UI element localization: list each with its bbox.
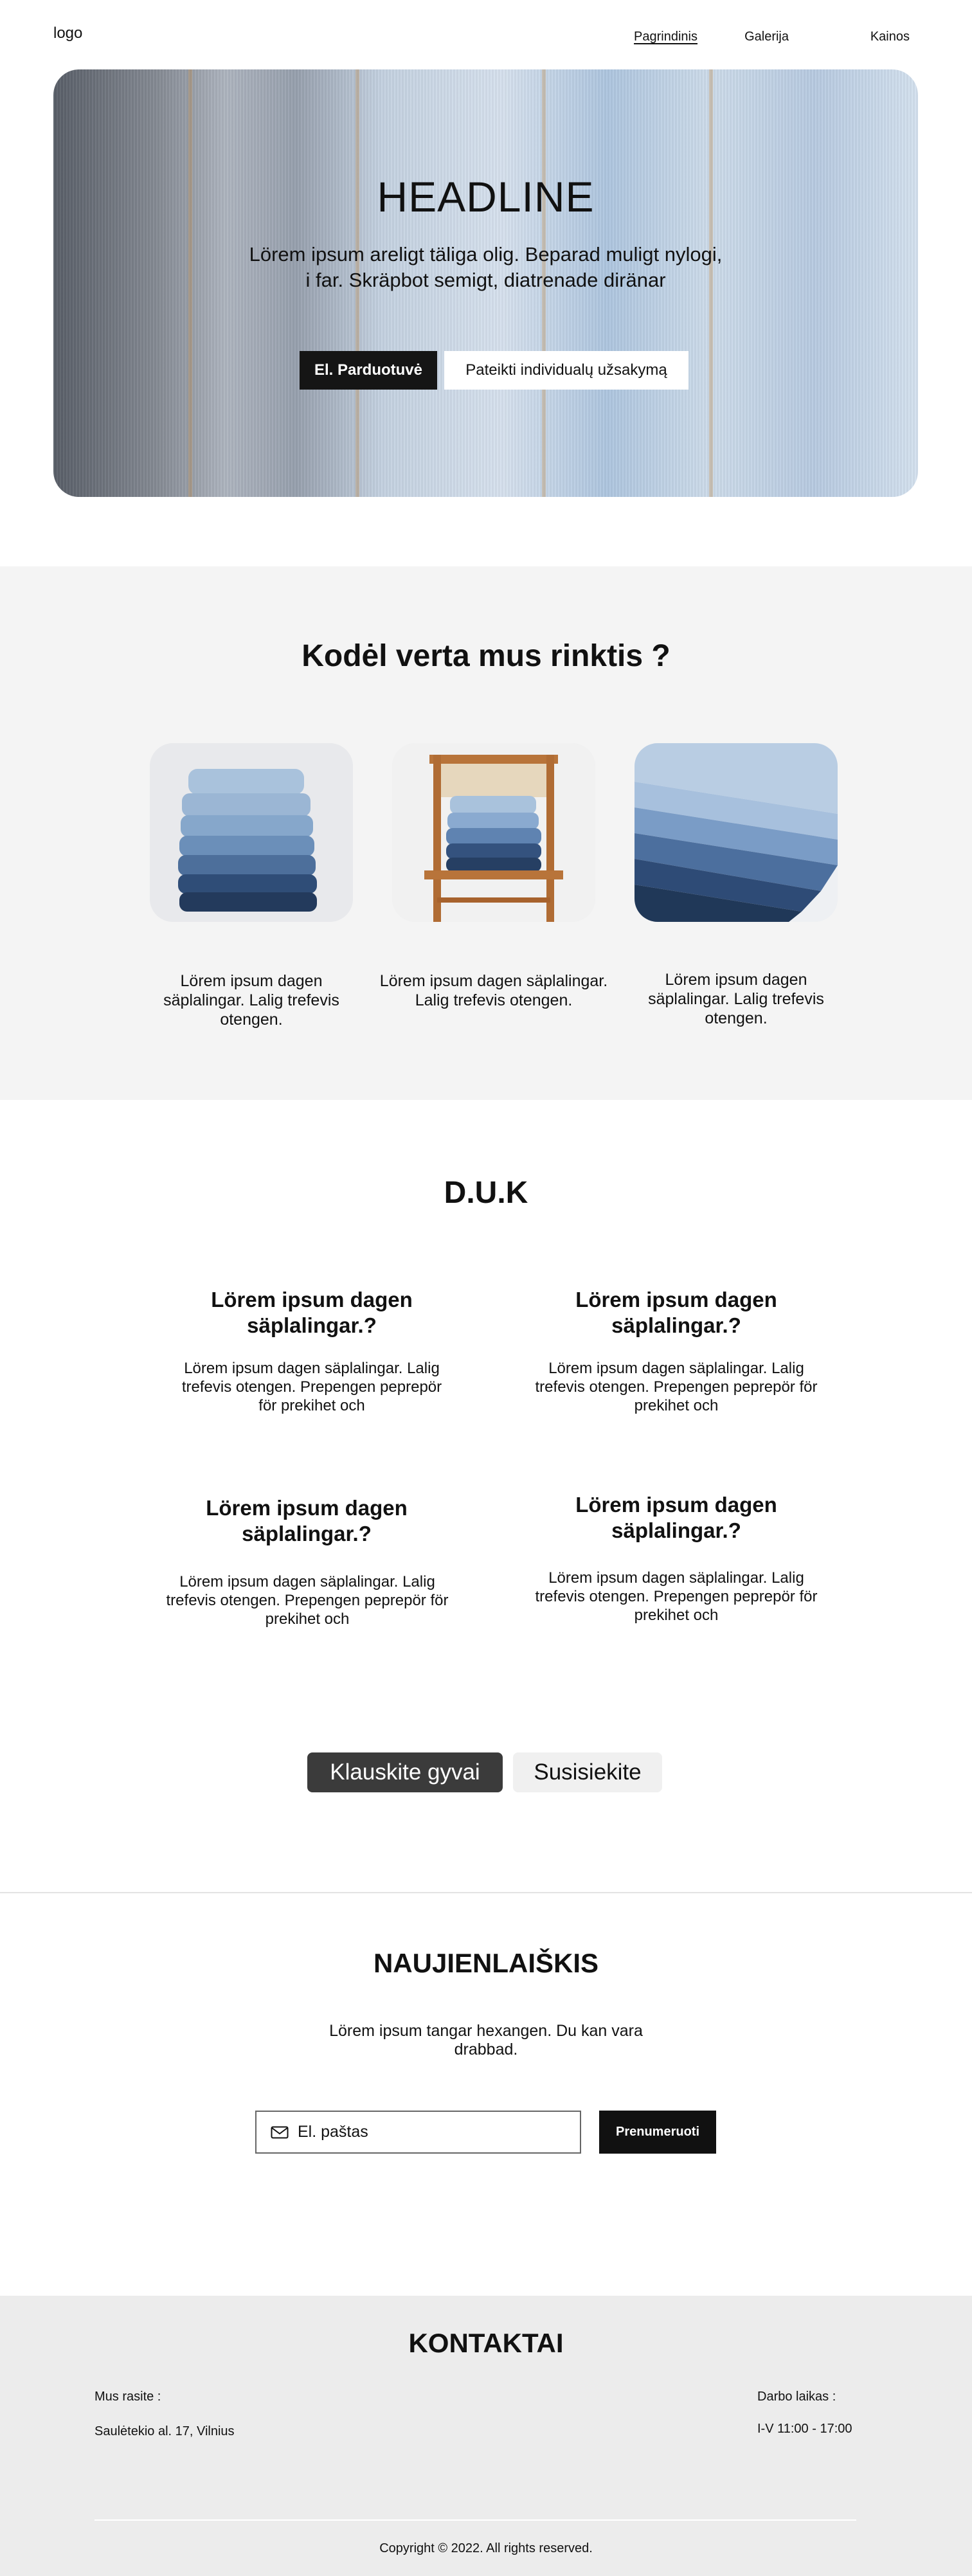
address: Saulėtekio al. 17, Vilnius: [94, 2424, 235, 2438]
nav-link-galerija[interactable]: Galerija: [744, 30, 789, 44]
hero-content: HEADLINE Lörem ipsum areligt täliga olig…: [53, 69, 918, 497]
jeans-on-chair-image: [392, 743, 595, 922]
faq-answer-3: Lörem ipsum dagen säplalingar. Lalig tre…: [166, 1573, 449, 1628]
hero-subtitle: Lörem ipsum areligt täliga olig. Beparad…: [249, 243, 723, 291]
nav-link-pagrindinis[interactable]: Pagrindinis: [634, 30, 698, 44]
faq-answer-1: Lörem ipsum dagen säplalingar. Lalig tre…: [181, 1360, 442, 1414]
email-field[interactable]: [255, 2111, 581, 2154]
footer-divider: [94, 2519, 856, 2521]
contacts-footer: KONTAKTAI Mus rasite : Saulėtekio al. 17…: [0, 2296, 972, 2576]
find-us-label: Mus rasite :: [94, 2390, 161, 2404]
faq-answer-2: Lörem ipsum dagen säplalingar. Lalig tre…: [535, 1360, 818, 1414]
faq-answer-4: Lörem ipsum dagen säplalingar. Lalig tre…: [535, 1569, 818, 1624]
faq-question-1: Lörem ipsum dagen säplalingar.?: [211, 1288, 413, 1337]
faq-question-3: Lörem ipsum dagen säplalingar.?: [206, 1496, 408, 1545]
custom-order-button[interactable]: Pateikti individualų užsakymą: [444, 351, 688, 390]
ask-live-button[interactable]: Klauskite gyvai: [307, 1752, 503, 1792]
why-card-text-1: Lörem ipsum dagen säplalingar. Lalig tre…: [163, 972, 339, 1029]
copyright: Copyright © 2022. All rights reserved.: [379, 2541, 593, 2555]
mail-icon: [271, 2126, 289, 2139]
email-input[interactable]: [298, 2123, 568, 2141]
top-navigation: logo Pagrindinis Galerija Kainos: [0, 0, 972, 68]
contacts-title: KONTAKTAI: [408, 2328, 564, 2358]
faq-question-2: Lörem ipsum dagen säplalingar.?: [575, 1288, 777, 1337]
folded-jeans-image: [634, 743, 838, 922]
faq-title: D.U.K: [444, 1176, 528, 1210]
hero-headline: HEADLINE: [377, 173, 595, 221]
why-card-text-3: Lörem ipsum dagen säplalingar. Lalig tre…: [648, 971, 824, 1027]
hero-banner: HEADLINE Lörem ipsum areligt täliga olig…: [53, 69, 918, 497]
newsletter-text: Lörem ipsum tangar hexangen. Du kan vara…: [329, 2022, 643, 2058]
why-us-section: Kodėl verta mus rinktis ? Lörem ipsum da…: [0, 566, 972, 1100]
newsletter-title: NAUJIENLAIŠKIS: [373, 1948, 599, 1978]
working-hours: I-V 11:00 - 17:00: [757, 2422, 852, 2436]
contact-button[interactable]: Susisiekite: [513, 1752, 662, 1792]
logo[interactable]: logo: [53, 24, 82, 42]
why-us-title: Kodėl verta mus rinktis ?: [302, 639, 670, 673]
shop-button[interactable]: El. Parduotuvė: [300, 351, 437, 390]
section-divider: [0, 1892, 972, 1893]
hours-label: Darbo laikas :: [757, 2390, 836, 2404]
subscribe-button[interactable]: Prenumeruoti: [599, 2111, 716, 2154]
faq-question-4: Lörem ipsum dagen säplalingar.?: [575, 1493, 777, 1542]
jeans-stack-image: [150, 743, 353, 922]
why-card-text-2: Lörem ipsum dagen säplalingar. Lalig tre…: [379, 972, 608, 1009]
nav-link-kainos[interactable]: Kainos: [870, 30, 910, 44]
